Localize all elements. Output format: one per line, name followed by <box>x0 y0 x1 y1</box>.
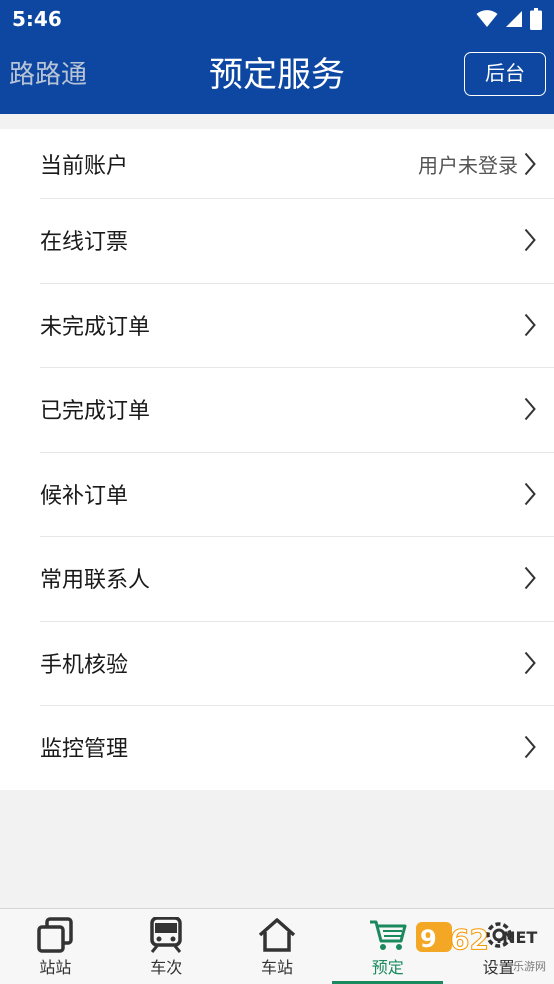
nav-tab-station[interactable]: 车站 <box>222 909 333 984</box>
menu-item-label: 在线订票 <box>40 230 129 256</box>
nav-tab-label: 车站 <box>260 958 293 977</box>
menu-item-label: 候补订单 <box>40 483 129 509</box>
home-icon <box>258 918 296 952</box>
signal-icon <box>506 11 522 27</box>
watermark-subtext: 乐游网 <box>513 960 546 973</box>
wifi-icon <box>476 10 498 27</box>
cart-icon <box>369 920 407 950</box>
chevron-right-icon <box>524 313 536 336</box>
nav-tab-station-to-station[interactable]: 站站 <box>0 909 111 984</box>
menu-item-online-booking[interactable]: 在线订票 <box>0 198 554 283</box>
login-status-value: 用户未登录 <box>418 153 518 177</box>
menu-item-label: 监控管理 <box>40 737 129 763</box>
svg-text:.NET: .NET <box>496 928 537 947</box>
menu-item-phone-verification[interactable]: 手机核验 <box>0 620 554 706</box>
menu-item-label: 常用联系人 <box>40 568 151 594</box>
chevron-right-icon <box>524 398 536 421</box>
menu-list: 当前账户 用户未登录 在线订票 未完成订单 已完成订单 候补订单 常用联系人 手… <box>0 129 554 790</box>
train-icon <box>150 917 182 953</box>
menu-item-finished-orders[interactable]: 已完成订单 <box>0 367 554 452</box>
watermark-logo: 9 62 .NET 乐游网 <box>416 916 548 976</box>
status-time: 5:46 <box>12 7 62 31</box>
menu-item-frequent-contacts[interactable]: 常用联系人 <box>0 536 554 621</box>
menu-item-label: 手机核验 <box>40 652 129 678</box>
watermark-logo-graphic: 9 62 .NET <box>416 922 537 957</box>
menu-item-current-account[interactable]: 当前账户 用户未登录 <box>0 129 554 198</box>
chevron-right-icon <box>524 736 536 759</box>
app-header: 路路通 预定服务 后台 <box>0 38 554 114</box>
menu-item-label: 未完成订单 <box>40 314 151 340</box>
menu-item-label: 当前账户 <box>40 153 129 179</box>
nav-tab-train-number[interactable]: 车次 <box>111 909 222 984</box>
battery-icon <box>530 8 542 30</box>
nav-tab-label: 车次 <box>150 958 183 977</box>
chevron-right-icon <box>524 482 536 505</box>
chevron-right-icon <box>524 567 536 590</box>
copy-icon <box>37 917 74 953</box>
menu-item-label: 已完成订单 <box>40 399 151 425</box>
svg-text:9: 9 <box>420 925 437 953</box>
status-icons <box>476 8 542 30</box>
chevron-right-icon <box>524 152 536 175</box>
status-bar: 5:46 <box>0 0 554 38</box>
menu-item-waitlist-orders[interactable]: 候补订单 <box>0 451 554 537</box>
nav-tab-label: 站站 <box>39 958 72 977</box>
menu-item-monitor-management[interactable]: 监控管理 <box>0 705 554 790</box>
menu-item-unfinished-orders[interactable]: 未完成订单 <box>0 282 554 368</box>
chevron-right-icon <box>524 229 536 252</box>
svg-text:62: 62 <box>450 923 489 956</box>
chevron-right-icon <box>524 651 536 674</box>
backend-button[interactable]: 后台 <box>464 52 546 96</box>
